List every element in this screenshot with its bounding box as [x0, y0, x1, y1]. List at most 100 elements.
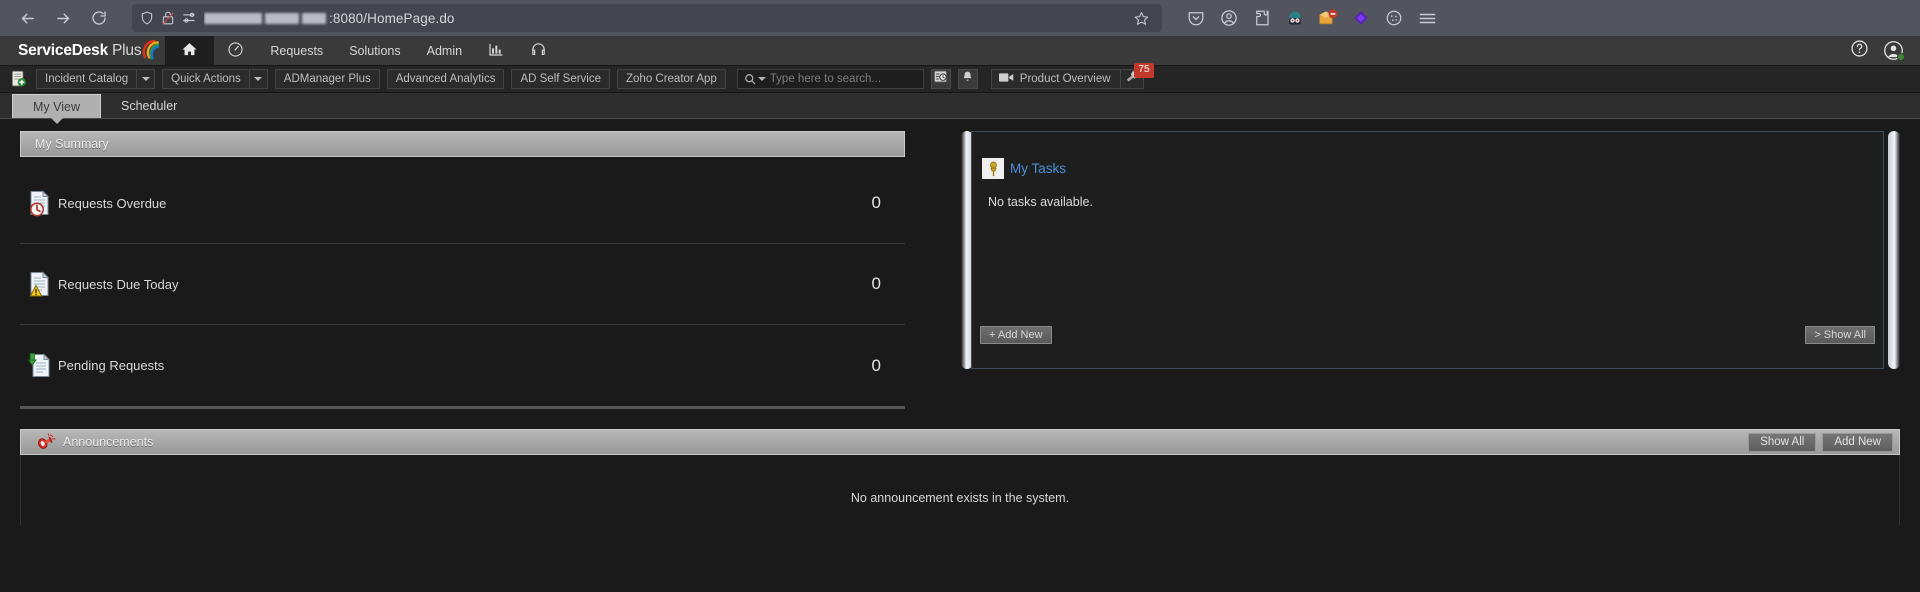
- permissions-icon[interactable]: [182, 11, 197, 25]
- nav-support[interactable]: [517, 36, 560, 65]
- my-tasks-show-all-button[interactable]: > Show All: [1805, 326, 1875, 344]
- reload-icon: [91, 10, 107, 26]
- summary-label: Pending Requests: [58, 358, 165, 373]
- chevron-down-icon: [254, 77, 263, 81]
- back-button[interactable]: [10, 3, 44, 33]
- headset-icon: [530, 41, 547, 61]
- announcements-body: No announcement exists in the system.: [20, 455, 1900, 525]
- address-bar[interactable]: :8080/HomePage.do: [132, 4, 1162, 32]
- incident-catalog-button[interactable]: Incident Catalog: [36, 69, 137, 89]
- blocked-extension-icon[interactable]: [1318, 8, 1338, 28]
- star-icon[interactable]: [1128, 11, 1154, 26]
- nav-admin-label: Admin: [426, 43, 463, 58]
- announcements-empty-message: No announcement exists in the system.: [850, 491, 1070, 505]
- url-redacted-2: [265, 12, 299, 24]
- incident-catalog-dropdown[interactable]: Incident Catalog: [36, 69, 156, 89]
- summary-row-pending-requests[interactable]: Pending Requests 0: [20, 325, 905, 406]
- incident-catalog-caret[interactable]: [136, 69, 156, 89]
- search-input[interactable]: [769, 73, 924, 85]
- pocket-icon[interactable]: [1186, 8, 1206, 28]
- dashboard-gauge-icon: [227, 41, 244, 61]
- advanced-analytics-button[interactable]: Advanced Analytics: [386, 69, 505, 89]
- nav-dashboard[interactable]: [214, 36, 257, 65]
- my-tasks-add-new-button[interactable]: + Add New: [980, 326, 1052, 344]
- tab-my-view[interactable]: My View: [12, 94, 102, 124]
- account-icon[interactable]: [1219, 8, 1239, 28]
- forward-button[interactable]: [46, 3, 80, 33]
- announcements-title: Announcements: [63, 435, 154, 449]
- document-overdue-icon: [24, 189, 58, 217]
- nav-requests[interactable]: Requests: [257, 36, 336, 65]
- extension-puzzle-icon[interactable]: [1252, 8, 1272, 28]
- brand-primary: ServiceDesk: [18, 41, 109, 59]
- incident-catalog-icon[interactable]: [8, 69, 29, 90]
- document-warning-icon: [24, 270, 58, 298]
- nav-admin[interactable]: Admin: [414, 36, 475, 65]
- product-overview-text: Product Overview: [1019, 73, 1111, 85]
- my-tasks-panel: My Tasks No tasks available. + Add New >…: [961, 131, 1900, 369]
- search-icon[interactable]: [744, 73, 766, 85]
- my-tasks-add-new-label: + Add New: [989, 329, 1043, 341]
- tab-my-view-label: My View: [33, 99, 81, 114]
- page-curl-right-decoration: [1888, 131, 1900, 369]
- announcement-megaphone-button[interactable]: 75: [1121, 63, 1154, 88]
- video-camera-icon: [998, 72, 1014, 86]
- incident-catalog-label: Incident Catalog: [45, 73, 129, 85]
- my-summary-body: Requests Overdue 0 Requests Due Today 0 …: [20, 157, 905, 409]
- shield-icon[interactable]: [140, 11, 154, 25]
- app-logo[interactable]: ServiceDesk Plus: [0, 36, 165, 65]
- nav-home[interactable]: [165, 36, 215, 65]
- summary-label: Requests Overdue: [58, 195, 167, 211]
- summary-value: 0: [871, 193, 881, 212]
- tab-scheduler[interactable]: Scheduler: [101, 94, 197, 118]
- user-avatar-icon[interactable]: [1883, 40, 1905, 61]
- quick-actions-label: Quick Actions: [171, 73, 241, 85]
- page-content: My Summary Requests Overdue 0 Requests D…: [0, 119, 1920, 592]
- quick-actions-dropdown[interactable]: Quick Actions: [162, 69, 268, 89]
- my-tasks-title[interactable]: My Tasks: [1010, 161, 1066, 176]
- ad-self-service-button[interactable]: AD Self Service: [511, 69, 610, 89]
- zoho-creator-app-label: Zoho Creator App: [626, 73, 717, 85]
- help-question-icon[interactable]: [1850, 39, 1869, 63]
- quick-actions-button[interactable]: Quick Actions: [162, 69, 249, 89]
- reload-button[interactable]: [82, 3, 116, 33]
- bar-chart-icon: [488, 41, 504, 60]
- product-overview-button[interactable]: Product Overview 75: [990, 63, 1154, 89]
- browser-extension-icons: [1172, 8, 1439, 28]
- announcements-add-new-button[interactable]: Add New: [1822, 432, 1893, 452]
- summary-row-requests-overdue[interactable]: Requests Overdue 0: [20, 163, 905, 244]
- zoho-creator-app-button[interactable]: Zoho Creator App: [617, 69, 726, 89]
- my-tasks-empty-message: No tasks available.: [988, 195, 1093, 209]
- diamond-extension-icon[interactable]: [1351, 8, 1371, 28]
- announcements-header: Announcements Show All Add New: [20, 429, 1900, 455]
- chevron-down-icon: [141, 77, 150, 81]
- announcements-show-all-button[interactable]: Show All: [1748, 432, 1817, 452]
- dashboard-row: My Summary Requests Overdue 0 Requests D…: [0, 131, 1920, 409]
- hamburger-menu-icon[interactable]: [1417, 8, 1437, 28]
- bell-icon: [961, 70, 974, 89]
- my-summary-panel: My Summary Requests Overdue 0 Requests D…: [20, 131, 905, 409]
- url-text[interactable]: :8080/HomePage.do: [204, 11, 1121, 26]
- arrow-left-icon: [19, 10, 36, 27]
- avatar-extension-icon[interactable]: [1285, 8, 1305, 28]
- search-scope-caret-icon[interactable]: [757, 77, 766, 81]
- home-icon: [181, 41, 198, 61]
- app-header-right: [1850, 36, 1920, 65]
- summary-value: 0: [871, 355, 881, 375]
- cookie-extension-icon[interactable]: [1384, 8, 1404, 28]
- pushpin-icon: [982, 158, 1004, 179]
- notifications-button[interactable]: [957, 69, 978, 89]
- nav-solutions[interactable]: Solutions: [336, 36, 413, 65]
- admanager-plus-button[interactable]: ADManager Plus: [274, 69, 380, 89]
- nav-reports[interactable]: [475, 36, 517, 65]
- browser-toolbar: :8080/HomePage.do: [0, 0, 1920, 36]
- summary-row-requests-due-today[interactable]: Requests Due Today 0: [20, 244, 905, 325]
- tab-scheduler-label: Scheduler: [121, 99, 178, 113]
- lock-broken-icon[interactable]: [161, 10, 175, 26]
- reminders-button[interactable]: [930, 69, 951, 89]
- my-tasks-title-row: My Tasks: [972, 132, 1883, 179]
- url-redacted-3: [302, 12, 326, 24]
- quick-actions-caret[interactable]: [248, 69, 268, 89]
- manageengine-arc-icon: [142, 38, 161, 60]
- global-search[interactable]: [736, 69, 924, 89]
